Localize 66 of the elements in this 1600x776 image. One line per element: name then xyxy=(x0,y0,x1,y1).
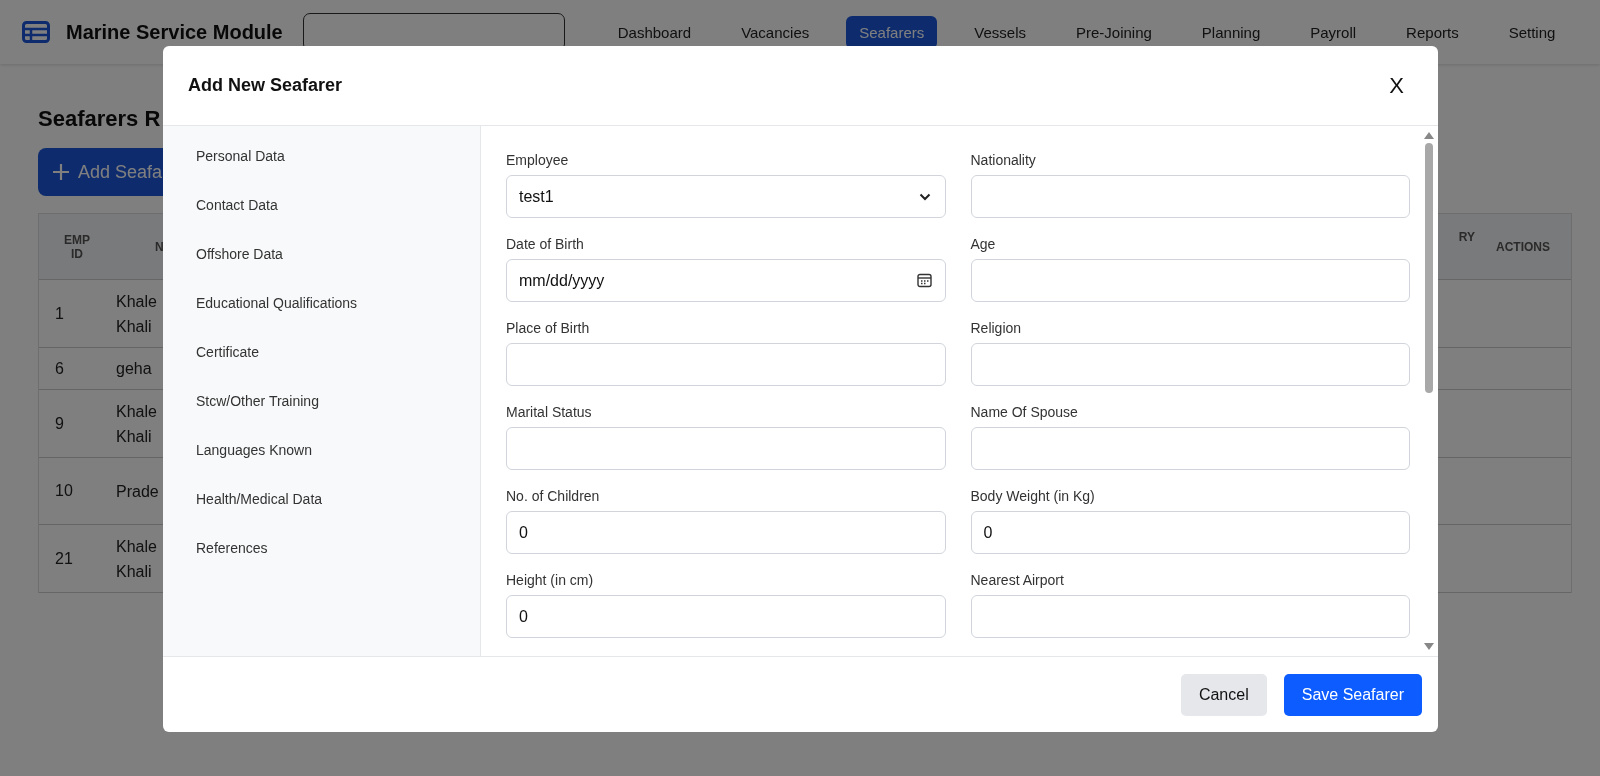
table-cell: 10 xyxy=(55,482,73,500)
column-header: EMP ID xyxy=(63,232,91,261)
input-field[interactable]: 0 xyxy=(970,511,1410,554)
table-cell-text: geha xyxy=(116,359,153,379)
column-header: N xyxy=(155,239,164,254)
field-label: Religion xyxy=(970,320,1023,336)
section-link[interactable]: References xyxy=(196,540,268,589)
field-label: Age xyxy=(970,236,997,252)
nav-link[interactable]: Vessels xyxy=(961,15,1039,49)
input-field[interactable]: 0 xyxy=(506,595,946,638)
page-heading: Seafarers R xyxy=(38,106,161,132)
field-label: Body Weight (in Kg) xyxy=(970,488,1096,504)
input-field[interactable] xyxy=(970,427,1410,470)
field-label: Place of Birth xyxy=(506,320,591,336)
field-label: Marital Status xyxy=(506,404,593,420)
input-field[interactable]: 0 xyxy=(506,511,946,554)
calendar-icon[interactable] xyxy=(916,273,932,288)
save-button[interactable]: Save Seafarer xyxy=(1283,673,1422,716)
chevron-down-icon xyxy=(918,192,931,201)
nav-link[interactable]: Pre-Joining xyxy=(1063,15,1165,49)
input-field[interactable] xyxy=(970,175,1410,218)
section-link[interactable]: Contact Data xyxy=(196,197,278,246)
table-cell-text: Prade xyxy=(116,481,160,502)
table-cell-text: Khale Khali xyxy=(116,401,158,447)
field-label: No. of Children xyxy=(506,488,601,504)
table-cell-text: Khale Khali xyxy=(116,536,158,582)
nav-link[interactable]: Payroll xyxy=(1297,15,1370,49)
nav-link[interactable]: Dashboard xyxy=(604,15,705,49)
input-field[interactable] xyxy=(970,595,1410,638)
table-cell: 21 xyxy=(55,549,73,568)
column-header: RY xyxy=(1458,229,1475,244)
section-link[interactable]: Educational Qualifications xyxy=(196,295,358,344)
input-field[interactable] xyxy=(970,343,1410,386)
plus-icon xyxy=(52,163,70,181)
close-button[interactable]: X xyxy=(1385,70,1408,101)
section-link[interactable]: Stcw/Other Training xyxy=(196,393,319,442)
input-field[interactable] xyxy=(506,427,946,470)
table-icon xyxy=(22,21,50,43)
table-cell: 6 xyxy=(55,359,64,378)
cancel-button[interactable]: Cancel xyxy=(1180,673,1267,716)
field-label: Date of Birth xyxy=(506,236,585,252)
dialog-title: Add New Seafarer xyxy=(188,75,343,96)
field-label: Height (in cm) xyxy=(506,572,595,588)
field-label: Nationality xyxy=(970,152,1037,168)
input-field[interactable] xyxy=(506,343,946,386)
date-field[interactable]: mm/dd/yyyy xyxy=(506,259,946,302)
column-header: ACTIONS xyxy=(1496,239,1550,254)
employee-select[interactable]: test1 xyxy=(506,175,946,218)
field-label: Nearest Airport xyxy=(970,572,1065,588)
section-link[interactable]: Health/Medical Data xyxy=(196,491,323,540)
nav-link[interactable]: Reports xyxy=(1393,15,1472,49)
section-link[interactable]: Certificate xyxy=(196,344,260,393)
nav-link[interactable]: Setting xyxy=(1495,15,1569,49)
app-title: Marine Service Module xyxy=(66,20,283,44)
table-cell-text: Khale Khali xyxy=(116,291,158,337)
input-field[interactable] xyxy=(970,259,1410,302)
nav-link[interactable]: Vacancies xyxy=(728,15,823,49)
scroll-up-icon[interactable] xyxy=(1424,132,1434,139)
section-link[interactable]: Languages Known xyxy=(196,442,312,491)
field-label: Employee xyxy=(506,152,570,168)
table-cell: 9 xyxy=(55,414,64,433)
scroll-down-icon[interactable] xyxy=(1424,643,1434,650)
field-label: Name Of Spouse xyxy=(970,404,1079,420)
nav-link[interactable]: Planning xyxy=(1188,15,1274,49)
section-link[interactable]: Offshore Data xyxy=(196,246,283,295)
table-cell: 1 xyxy=(55,304,64,323)
